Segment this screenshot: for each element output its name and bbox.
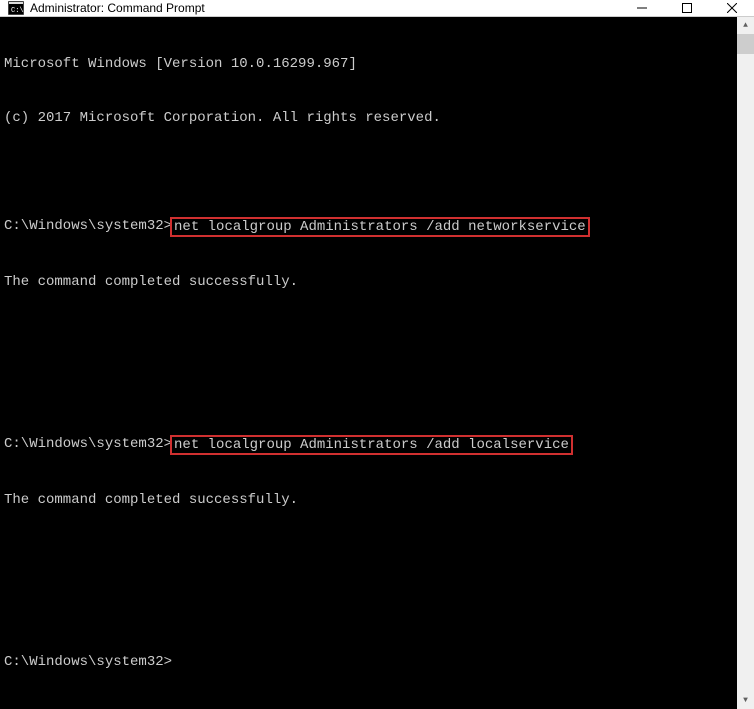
prompt-2: C:\Windows\system32> [4, 435, 172, 453]
blank-line [4, 545, 733, 563]
command-prompt-window: C:\ Administrator: Command Prompt Micros… [0, 0, 754, 509]
blank-line [4, 163, 733, 181]
close-button[interactable] [709, 0, 754, 16]
blank-line [4, 327, 733, 345]
blank-line [4, 599, 733, 617]
window-title: Administrator: Command Prompt [30, 1, 619, 15]
window-controls [619, 0, 754, 16]
chevron-down-icon: ▼ [743, 696, 748, 705]
scroll-down-button[interactable]: ▼ [737, 692, 754, 709]
command-line-1: C:\Windows\system32>net localgroup Admin… [4, 217, 733, 237]
chevron-up-icon: ▲ [743, 21, 748, 30]
maximize-button[interactable] [664, 0, 709, 16]
copyright-line: (c) 2017 Microsoft Corporation. All righ… [4, 109, 733, 127]
terminal-body: Microsoft Windows [Version 10.0.16299.96… [0, 17, 754, 709]
svg-text:C:\: C:\ [11, 7, 24, 15]
command-1-highlight: net localgroup Administrators /add netwo… [170, 217, 590, 237]
terminal-content[interactable]: Microsoft Windows [Version 10.0.16299.96… [0, 17, 737, 709]
vertical-scrollbar[interactable]: ▲ ▼ [737, 17, 754, 709]
minimize-button[interactable] [619, 0, 664, 16]
result-1: The command completed successfully. [4, 273, 733, 291]
prompt-1: C:\Windows\system32> [4, 217, 172, 235]
command-line-2: C:\Windows\system32>net localgroup Admin… [4, 435, 733, 455]
titlebar[interactable]: C:\ Administrator: Command Prompt [0, 0, 754, 17]
cmd-icon: C:\ [8, 0, 24, 16]
scroll-up-button[interactable]: ▲ [737, 17, 754, 34]
version-line: Microsoft Windows [Version 10.0.16299.96… [4, 55, 733, 73]
blank-line [4, 381, 733, 399]
scrollbar-thumb[interactable] [737, 34, 754, 54]
command-2-highlight: net localgroup Administrators /add local… [170, 435, 573, 455]
prompt-3: C:\Windows\system32> [4, 653, 733, 671]
result-2: The command completed successfully. [4, 491, 733, 509]
scrollbar-track[interactable] [737, 34, 754, 692]
